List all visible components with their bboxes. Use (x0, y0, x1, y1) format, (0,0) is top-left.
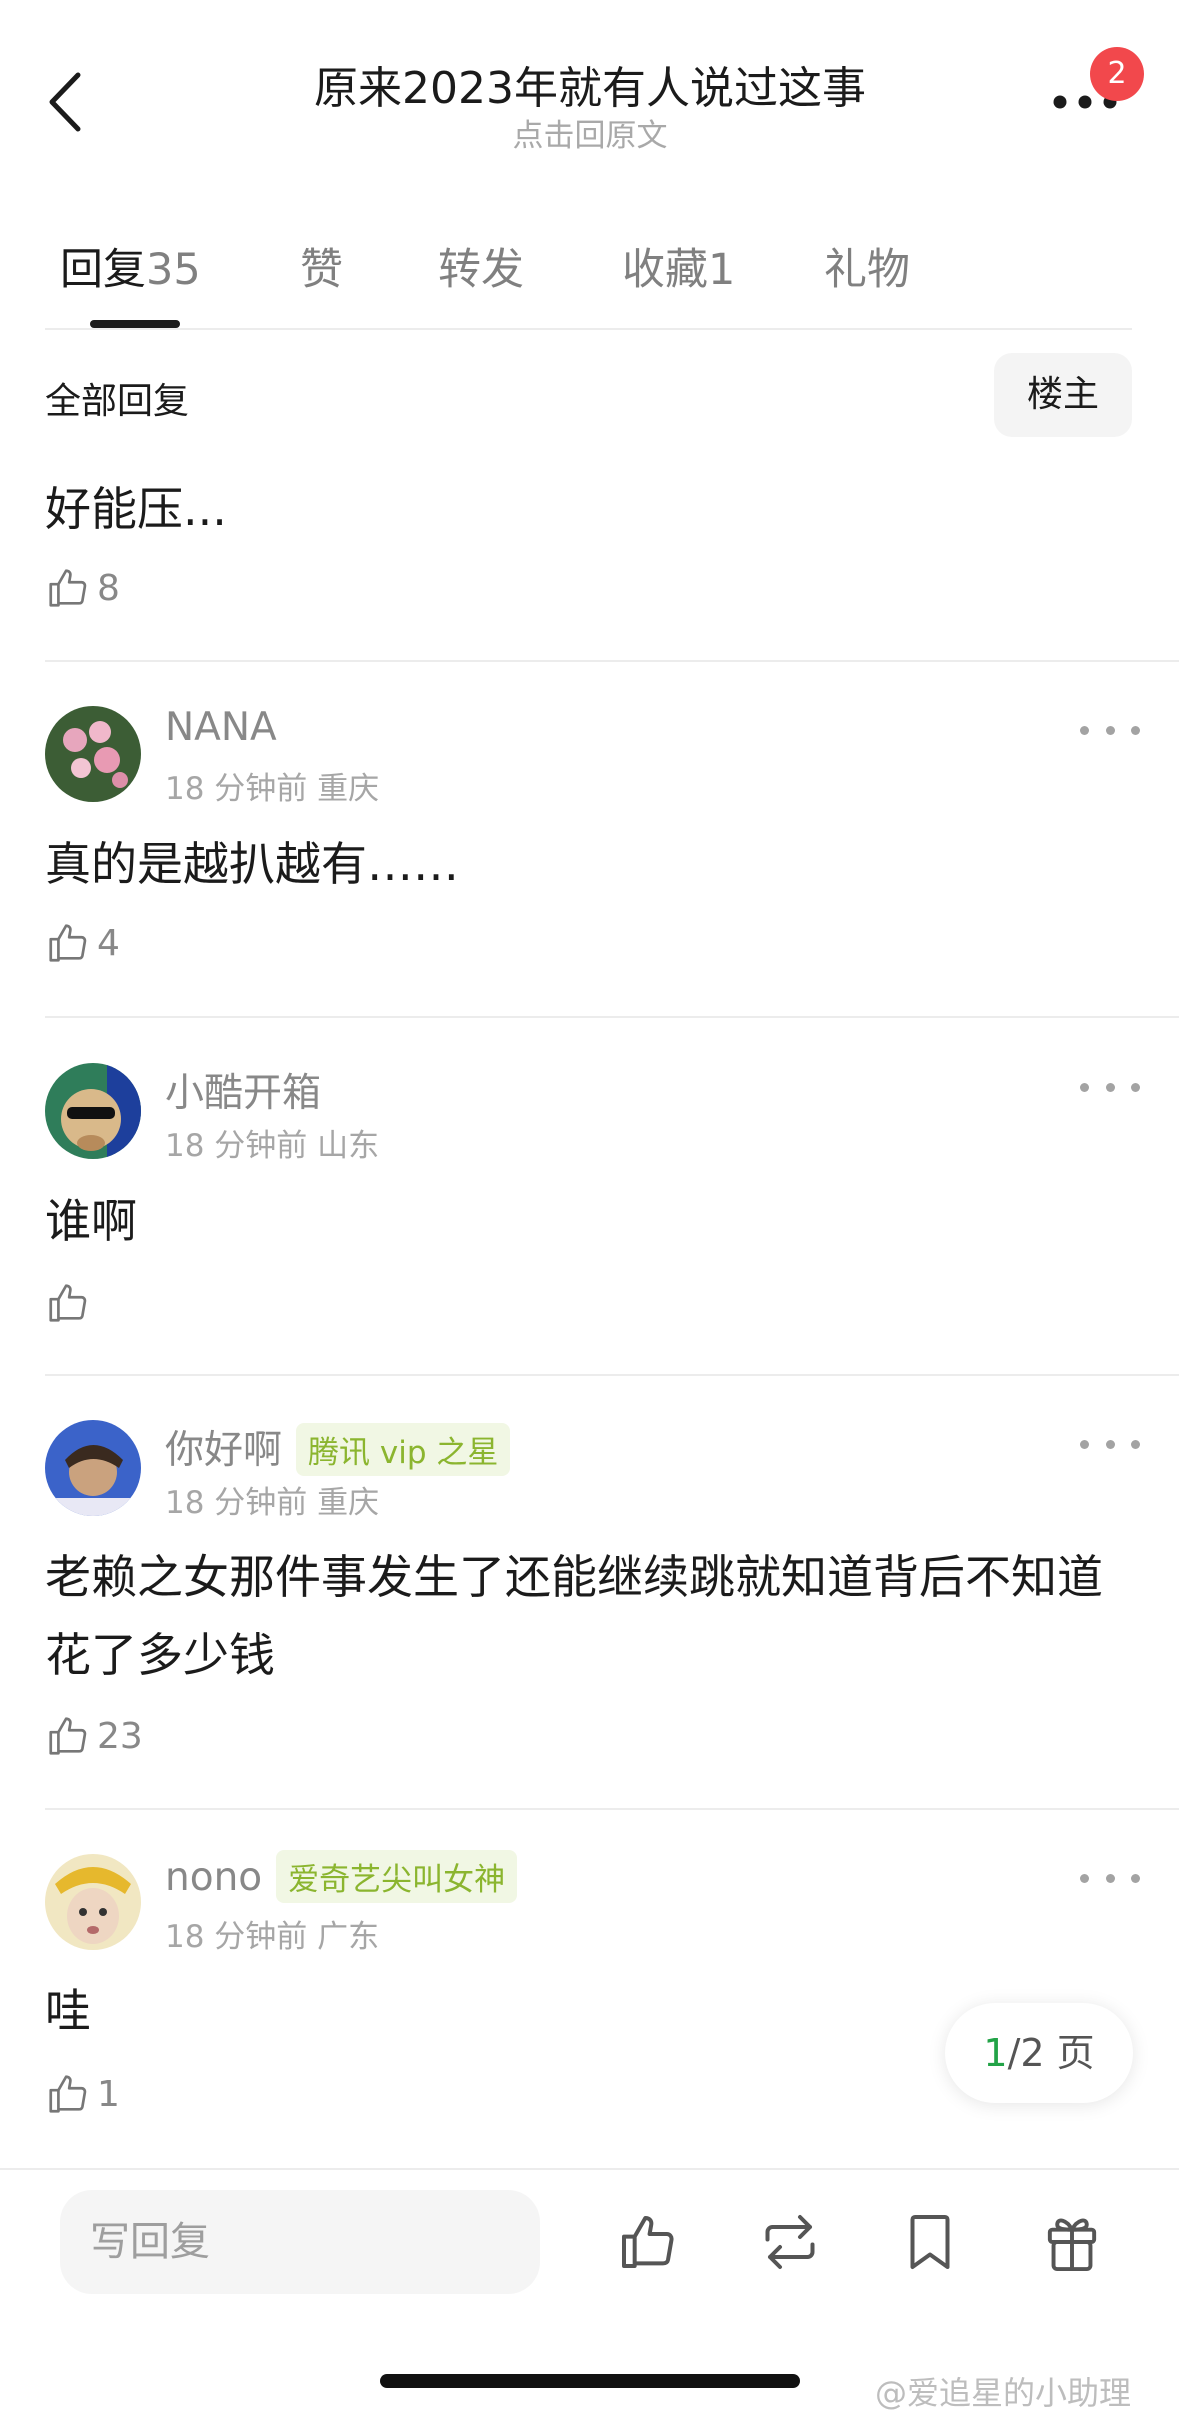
like-count: 23 (97, 1715, 143, 1757)
page-title[interactable]: 原来2023年就有人说过这事 (200, 52, 980, 116)
like-count: 4 (97, 922, 120, 964)
tab-likes[interactable]: 赞 (300, 235, 343, 297)
comment-more-button[interactable] (1080, 1072, 1140, 1102)
thumbs-up-icon (49, 924, 87, 962)
chevron-left-icon (49, 72, 81, 132)
comment-text: 谁啊 (45, 1194, 137, 1248)
thumbs-up-icon (49, 569, 87, 607)
comment-more-button[interactable] (1080, 1429, 1140, 1459)
tab-label: 礼物 (824, 245, 910, 295)
active-tab-indicator (90, 320, 180, 328)
like-button[interactable]: 4 (45, 920, 120, 966)
tab-label: 收藏 (622, 245, 708, 295)
all-replies-label: 全部回复 (45, 381, 190, 422)
location: 重庆 (317, 771, 380, 807)
thumbs-up-icon (49, 1284, 87, 1322)
avatar[interactable] (45, 1854, 141, 1950)
like-count: 1 (97, 2073, 120, 2115)
tab-reposts[interactable]: 转发 (438, 235, 524, 297)
like-count: 8 (97, 567, 120, 609)
comment-more-button[interactable] (1080, 1863, 1140, 1893)
notification-badge: 2 (1090, 47, 1144, 101)
username-row: 你好啊 腾讯 vip 之星 (165, 1419, 511, 1479)
bookmark-icon (910, 2215, 950, 2269)
repost-icon (765, 2215, 815, 2269)
tab-label: 回复 (60, 245, 146, 295)
op-only-filter-button[interactable]: 楼主 (994, 353, 1132, 437)
current-page: 1 (983, 2031, 1008, 2075)
user-tag-badge: 爱奇艺尖叫女神 (276, 1850, 518, 1903)
tab-favorites[interactable]: 收藏1 (622, 235, 735, 297)
gift-button[interactable] (1032, 2200, 1112, 2284)
tab-replies[interactable]: 回复35 (60, 235, 201, 297)
thumbs-up-icon (49, 1717, 87, 1755)
divider (45, 660, 1179, 662)
avatar[interactable] (45, 1063, 141, 1159)
divider (0, 2168, 1179, 2170)
comment-text: 老赖之女那件事发生了还能继续跳就知道背后不知道花了多少钱 (45, 1550, 1103, 1682)
like-icon (622, 2216, 674, 2268)
user-tag-badge: 腾讯 vip 之星 (296, 1423, 511, 1476)
divider (45, 1016, 1179, 1018)
username-row: nono 爱奇艺尖叫女神 (165, 1850, 518, 1906)
username[interactable]: NANA (165, 705, 277, 750)
username[interactable]: nono (165, 1855, 262, 1900)
back-to-original-link[interactable]: 点击回原文 (200, 110, 980, 155)
watermark: @爱追星的小助理 (875, 2374, 1132, 2412)
repost-button[interactable] (750, 2200, 830, 2284)
username[interactable]: 小酷开箱 (165, 1062, 321, 1118)
location: 重庆 (317, 1485, 380, 1521)
tab-count: 35 (146, 245, 201, 295)
divider (45, 1374, 1179, 1376)
total-pages: /2 页 (1007, 2031, 1095, 2075)
tab-gifts[interactable]: 礼物 (824, 235, 910, 297)
like-button[interactable]: 8 (45, 565, 120, 611)
comment-text: 真的是越扒越有…… (45, 837, 459, 891)
comment-text: 好能压... (45, 482, 227, 536)
divider (45, 1808, 1179, 1810)
avatar[interactable] (45, 706, 141, 802)
tab-label: 转发 (438, 245, 524, 295)
timestamp: 18 分钟前 (165, 771, 308, 807)
location: 山东 (317, 1128, 380, 1164)
like-button[interactable]: 1 (45, 2071, 120, 2117)
comment-more-button[interactable] (1080, 715, 1140, 745)
location: 广东 (317, 1919, 380, 1955)
divider (45, 328, 1132, 330)
timestamp: 18 分钟前 (165, 1919, 308, 1955)
username[interactable]: 你好啊 (165, 1428, 282, 1473)
tab-label: 赞 (300, 245, 343, 295)
page-indicator[interactable]: 1/2 页 (945, 2003, 1133, 2103)
timestamp: 18 分钟前 (165, 1485, 308, 1521)
like-button[interactable]: 23 (45, 1713, 143, 1759)
timestamp: 18 分钟前 (165, 1128, 308, 1164)
tab-count: 1 (708, 245, 736, 295)
avatar[interactable] (45, 1420, 141, 1516)
bookmark-button[interactable] (890, 2200, 970, 2284)
home-indicator[interactable] (380, 2374, 800, 2388)
thumbs-up-icon (49, 2075, 87, 2113)
like-post-button[interactable] (608, 2200, 688, 2284)
like-button[interactable] (45, 1280, 97, 1326)
back-button[interactable] (40, 62, 90, 142)
gift-icon (1047, 2218, 1097, 2272)
reply-input[interactable]: 写回复 (60, 2190, 540, 2294)
